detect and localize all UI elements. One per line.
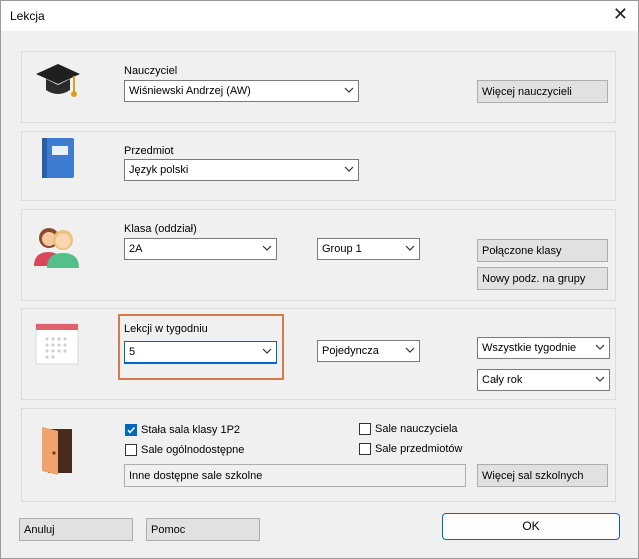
class-label: Klasa (oddział) xyxy=(124,223,197,235)
joined-classes-button[interactable]: Połączone klasy xyxy=(477,239,608,262)
teacher-value: Wiśniewski Andrzej (AW) xyxy=(129,85,251,97)
checkbox-box xyxy=(359,423,371,435)
ok-button[interactable]: OK xyxy=(442,513,620,540)
students-icon xyxy=(34,228,79,268)
dialog-title: Lekcja xyxy=(10,9,45,23)
group-select[interactable]: Group 1 xyxy=(317,238,420,260)
lesson-dialog: Lekcja ✕ Nauczyciel Wiśniewski Andrzej (… xyxy=(0,0,639,559)
subject-label: Przedmiot xyxy=(124,145,174,157)
door-icon xyxy=(42,427,72,475)
lesson-type-value: Pojedyncza xyxy=(322,345,379,357)
chevron-down-icon xyxy=(262,245,272,251)
cancel-button[interactable]: Anuluj xyxy=(19,518,133,541)
chevron-down-icon xyxy=(405,245,415,251)
term-value: Cały rok xyxy=(482,374,523,386)
chevron-down-icon xyxy=(595,344,605,350)
teacher-select[interactable]: Wiśniewski Andrzej (AW) xyxy=(124,80,359,102)
teacher-label: Nauczyciel xyxy=(124,65,178,77)
lessons-highlight-frame xyxy=(118,314,284,380)
more-rooms-button[interactable]: Więcej sal szkolnych xyxy=(477,464,608,487)
subject-value: Język polski xyxy=(129,164,189,176)
chevron-down-icon xyxy=(595,376,605,382)
title-bar: Lekcja ✕ xyxy=(1,1,638,31)
graduation-cap-icon xyxy=(36,64,80,97)
close-icon[interactable]: ✕ xyxy=(613,5,628,23)
chevron-down-icon xyxy=(405,347,415,353)
book-icon xyxy=(42,138,74,178)
more-teachers-button[interactable]: Więcej nauczycieli xyxy=(477,80,608,103)
group-value: Group 1 xyxy=(322,243,362,255)
chevron-down-icon xyxy=(344,87,354,93)
lesson-type-select[interactable]: Pojedyncza xyxy=(317,340,420,362)
other-rooms-field[interactable]: Inne dostępne sale szkolne xyxy=(124,464,466,487)
checkbox-box xyxy=(125,444,137,456)
checkbox-box xyxy=(125,424,137,436)
calendar-icon xyxy=(35,323,79,365)
term-select[interactable]: Cały rok xyxy=(477,369,610,391)
new-group-split-button[interactable]: Nowy podz. na grupy xyxy=(477,267,608,290)
chevron-down-icon xyxy=(344,166,354,172)
class-select[interactable]: 2A xyxy=(124,238,277,260)
weeks-value: Wszystkie tygodnie xyxy=(482,342,577,354)
rooms-panel xyxy=(21,408,616,502)
subject-select[interactable]: Język polski xyxy=(124,159,359,181)
checkbox-box xyxy=(359,443,371,455)
class-value: 2A xyxy=(129,243,143,255)
help-button[interactable]: Pomoc xyxy=(146,518,260,541)
weeks-select[interactable]: Wszystkie tygodnie xyxy=(477,337,610,359)
